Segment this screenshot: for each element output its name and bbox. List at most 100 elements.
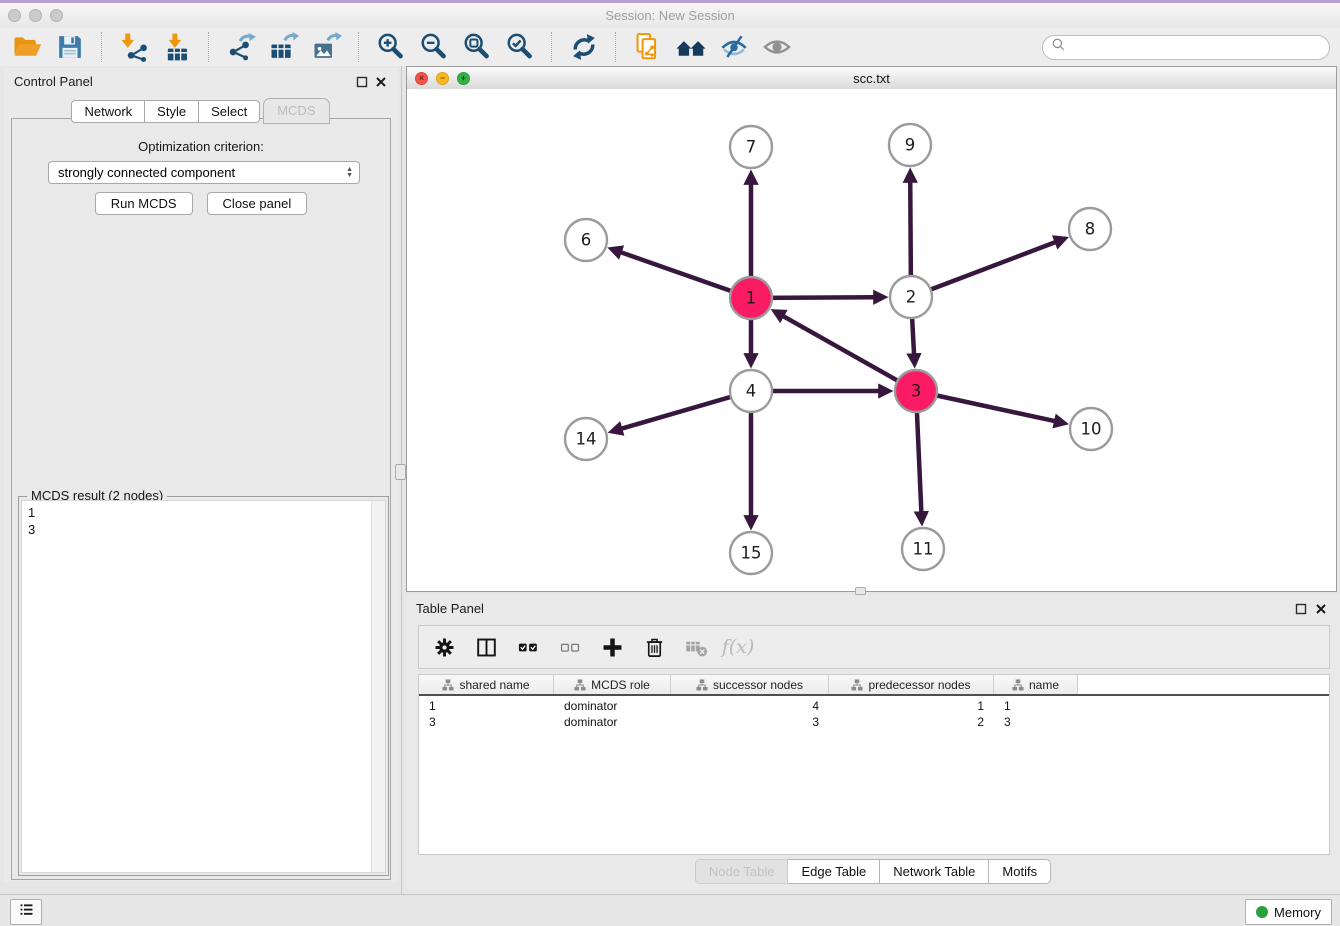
main-titlebar: Session: New Session	[0, 3, 1340, 29]
table-row[interactable]: 3dominator323	[419, 714, 1329, 730]
mcds-result-box: MCDS result (2 nodes) 1 3	[18, 496, 389, 876]
cell-mcds-role: dominator	[554, 715, 671, 729]
graph-node-label-10: 10	[1081, 420, 1102, 439]
graph-node-label-7: 7	[746, 138, 757, 157]
export-network-icon[interactable]	[224, 31, 258, 63]
split-panel-icon[interactable]	[473, 634, 499, 660]
deselect-all-icon[interactable]	[557, 634, 583, 660]
graph-edge-3-1[interactable]	[782, 316, 916, 391]
settings-gear-icon[interactable]	[431, 634, 457, 660]
network-window-titlebar: × − + scc.txt	[407, 67, 1336, 90]
graph-edge-2-8[interactable]	[911, 242, 1056, 297]
select-all-icon[interactable]	[515, 634, 541, 660]
column-header-mcds-role[interactable]: MCDS role	[554, 675, 671, 694]
float-table-panel-icon[interactable]	[1295, 602, 1308, 615]
export-image-icon[interactable]	[310, 31, 344, 63]
home-icon[interactable]	[674, 31, 708, 63]
toolbar-separator	[551, 32, 553, 62]
network-window: × − + scc.txt 7968124314101511	[406, 66, 1337, 592]
cell-successor-nodes: 3	[671, 715, 829, 729]
control-tab-mcds[interactable]: MCDS	[263, 98, 329, 124]
hide-details-icon[interactable]	[717, 31, 751, 63]
splitter-grip[interactable]	[395, 464, 406, 480]
column-header-successor-nodes[interactable]: successor nodes	[671, 675, 829, 694]
clone-network-icon[interactable]	[631, 31, 665, 63]
close-panel-icon[interactable]	[375, 75, 388, 88]
toolbar-separator	[101, 32, 103, 62]
cell-name: 1	[994, 699, 1078, 713]
refresh-icon[interactable]	[567, 31, 601, 63]
column-header-predecessor-nodes[interactable]: predecessor nodes	[829, 675, 994, 694]
optimization-criterion-select[interactable]: strongly connected component ▲▼	[48, 161, 360, 184]
search-box[interactable]	[1042, 35, 1330, 60]
window-title: Session: New Session	[0, 8, 1340, 23]
status-bar: Memory	[0, 894, 1340, 926]
float-panel-icon[interactable]	[356, 75, 369, 88]
search-icon	[1051, 37, 1066, 57]
cell-shared-name: 1	[419, 699, 554, 713]
network-resize-grip[interactable]	[855, 587, 866, 595]
control-panel-tabs: NetworkStyleSelectMCDS	[4, 97, 397, 123]
close-table-panel-icon[interactable]	[1315, 602, 1328, 615]
node-table: shared name MCDS role successor nodes prede…	[418, 674, 1330, 855]
import-network-icon[interactable]	[117, 31, 151, 63]
toolbar-separator	[615, 32, 617, 62]
table-tab-motifs[interactable]: Motifs	[989, 859, 1051, 884]
network-graph: 7968124314101511	[407, 89, 1336, 591]
toolbar-separator	[358, 32, 360, 62]
tree-icon	[442, 679, 454, 691]
memory-button[interactable]: Memory	[1245, 899, 1332, 925]
table-panel: Table Panel f(x) shared nameMCDS rolesuc…	[406, 595, 1340, 890]
graph-node-label-2: 2	[906, 288, 917, 307]
export-table-icon[interactable]	[267, 31, 301, 63]
show-details-icon	[760, 31, 794, 63]
add-column-icon[interactable]	[599, 634, 625, 660]
tree-icon	[1012, 679, 1024, 691]
column-header-label: shared name	[459, 678, 529, 692]
table-tab-edge-table[interactable]: Edge Table	[788, 859, 880, 884]
result-scrollbar[interactable]	[371, 501, 385, 872]
optimization-criterion-label: Optimization criterion:	[12, 139, 390, 154]
control-panel-title: Control Panel	[14, 74, 93, 89]
save-session-icon[interactable]	[53, 31, 87, 63]
table-tab-node-table[interactable]: Node Table	[695, 859, 789, 884]
vertical-splitter[interactable]	[401, 66, 402, 894]
delete-table-icon	[683, 634, 709, 660]
tree-icon	[574, 679, 586, 691]
import-table-icon[interactable]	[160, 31, 194, 63]
mcds-result-text[interactable]: 1 3	[22, 501, 371, 872]
close-panel-button[interactable]: Close panel	[207, 192, 308, 215]
graph-node-label-4: 4	[746, 382, 757, 401]
function-builder-icon: f(x)	[725, 634, 751, 660]
header-filler	[1078, 675, 1329, 694]
run-mcds-button[interactable]: Run MCDS	[95, 192, 193, 215]
column-header-label: predecessor nodes	[868, 678, 970, 692]
graph-node-label-14: 14	[576, 430, 597, 449]
search-input[interactable]	[1071, 39, 1321, 56]
control-tab-style[interactable]: Style	[145, 100, 199, 123]
zoom-out-icon[interactable]	[417, 31, 451, 63]
zoom-fit-icon[interactable]	[460, 31, 494, 63]
column-header-label: name	[1029, 678, 1059, 692]
table-tab-network-table[interactable]: Network Table	[880, 859, 989, 884]
graph-node-label-3: 3	[911, 382, 922, 401]
toolbar-separator	[208, 32, 210, 62]
toolbar-items	[10, 31, 794, 63]
graph-node-label-11: 11	[913, 540, 934, 559]
graph-node-label-15: 15	[741, 544, 762, 563]
graph-node-label-1: 1	[746, 289, 757, 308]
list-icon	[18, 901, 35, 923]
column-header-shared-name[interactable]: shared name	[419, 675, 554, 694]
open-session-icon[interactable]	[10, 31, 44, 63]
column-header-name[interactable]: name	[994, 675, 1078, 694]
network-canvas[interactable]: 7968124314101511	[407, 89, 1336, 591]
tree-icon	[696, 679, 708, 691]
delete-column-icon[interactable]	[641, 634, 667, 660]
column-header-label: MCDS role	[591, 678, 650, 692]
zoom-in-icon[interactable]	[374, 31, 408, 63]
control-tab-select[interactable]: Select	[199, 100, 260, 123]
table-row[interactable]: 1dominator411	[419, 698, 1329, 714]
zoom-selected-icon[interactable]	[503, 31, 537, 63]
control-tab-network[interactable]: Network	[71, 100, 145, 123]
task-history-button[interactable]	[10, 899, 42, 925]
